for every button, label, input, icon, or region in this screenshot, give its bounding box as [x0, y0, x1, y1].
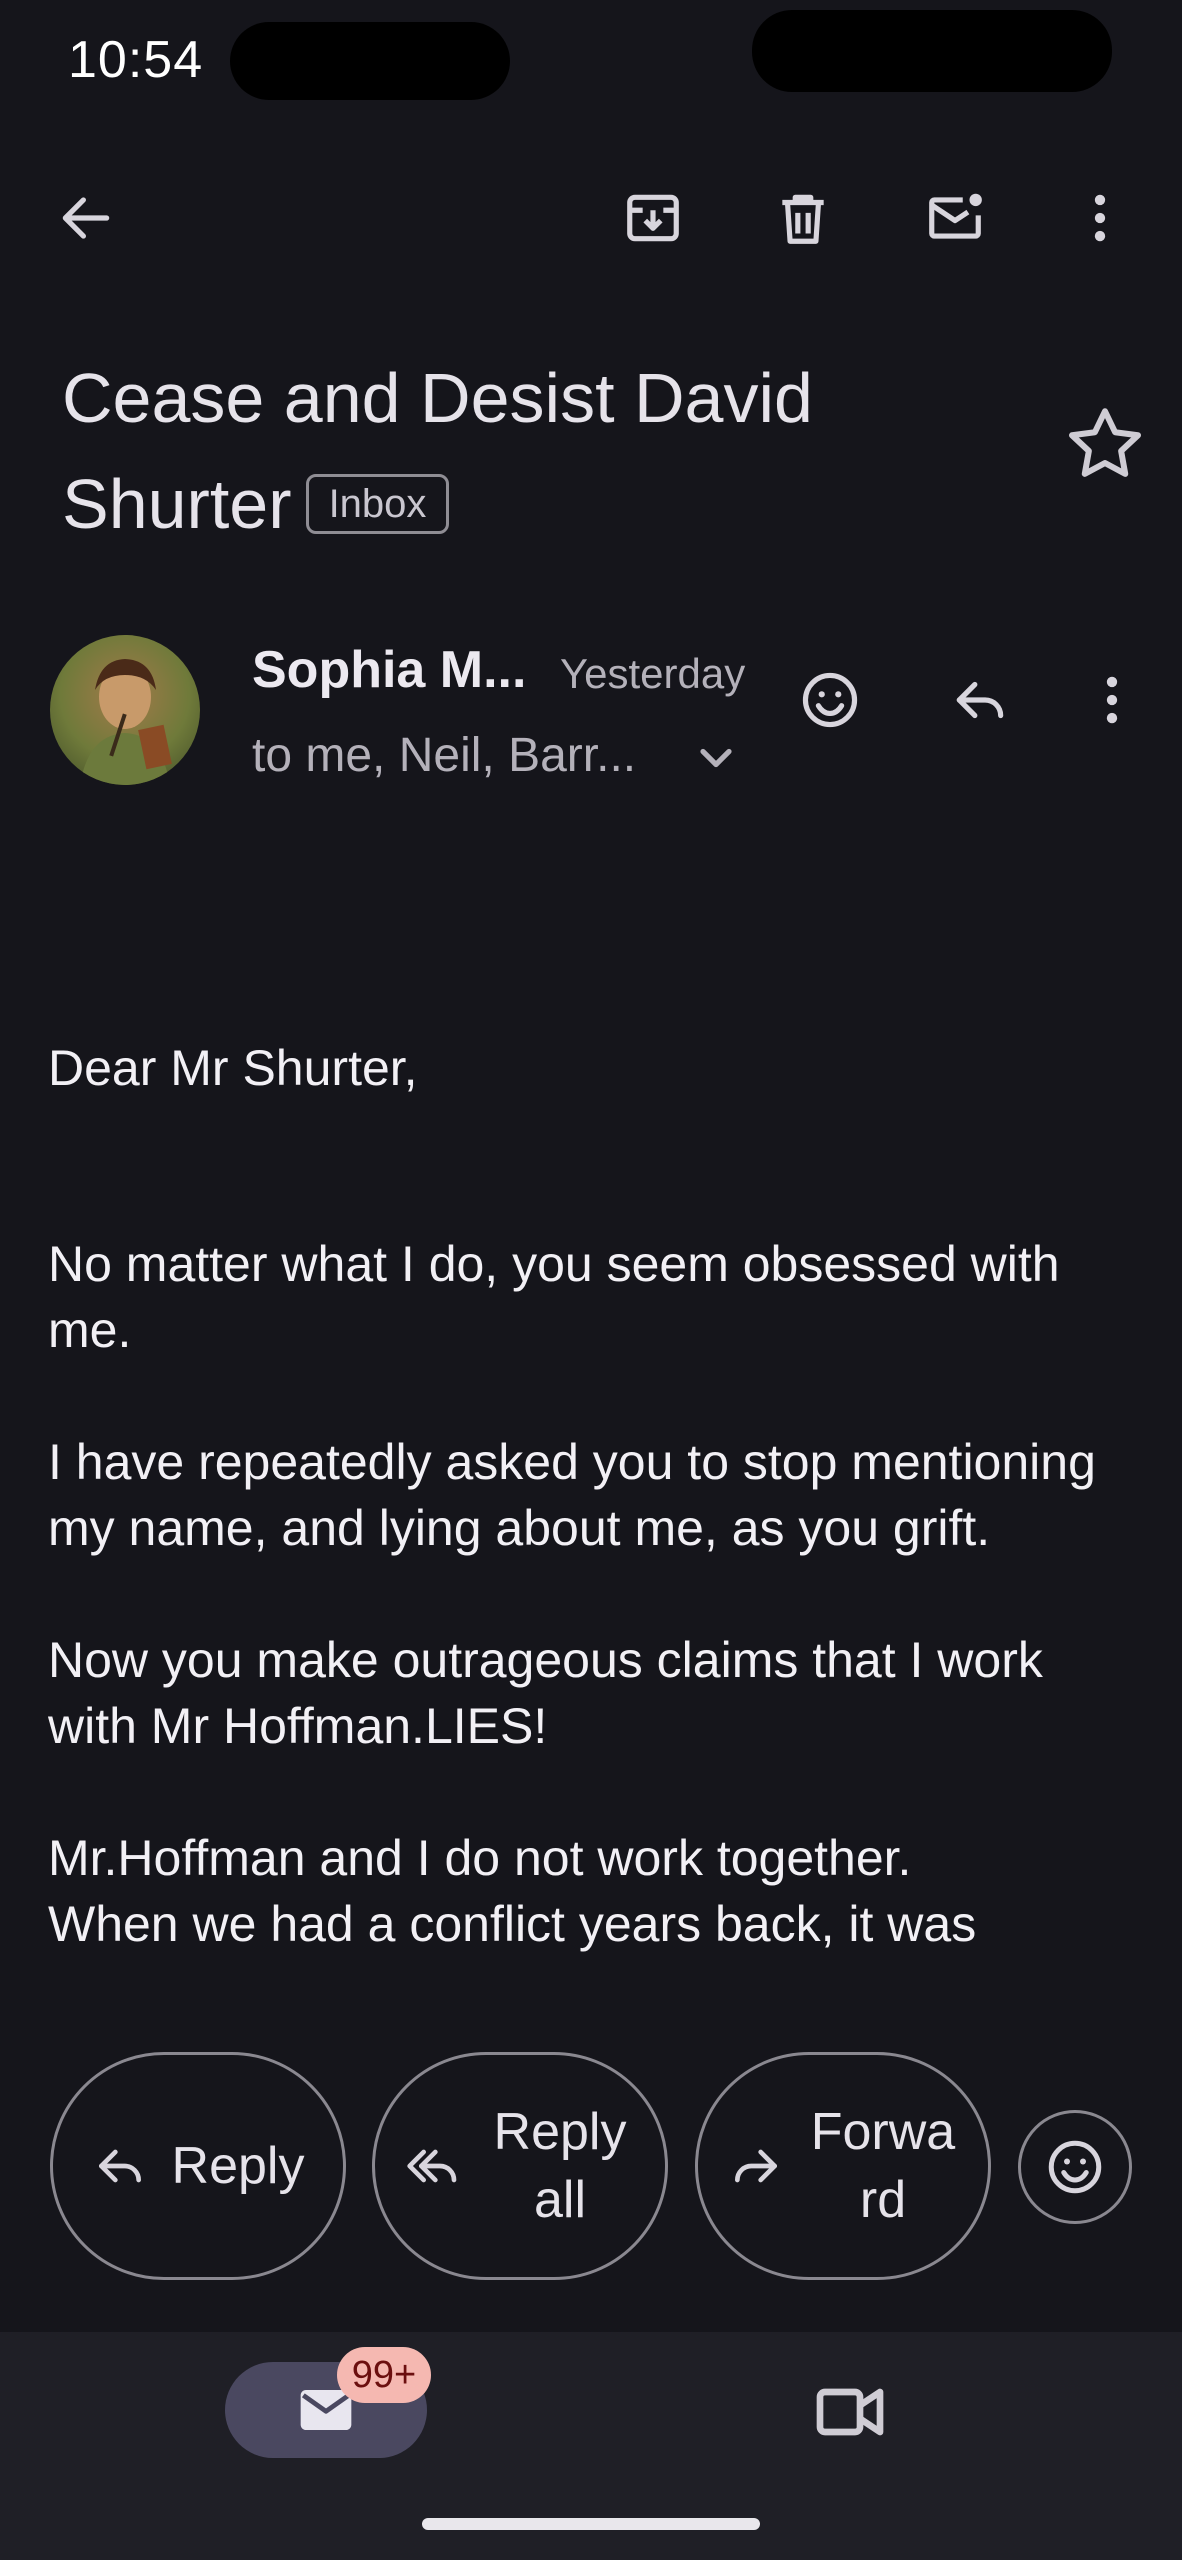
- reply-all-icon: [407, 2149, 457, 2183]
- reply-icon: [956, 681, 1004, 719]
- redacted-area-right: [752, 10, 1112, 92]
- video-camera-icon: [816, 2388, 884, 2436]
- status-bar: 10:54: [0, 0, 1182, 120]
- body-paragraph: Mr.Hoffman and I do not work together.: [48, 1830, 912, 1886]
- unread-count-badge: 99+: [337, 2347, 431, 2403]
- more-vert-icon: [1106, 676, 1118, 724]
- archive-button[interactable]: [603, 168, 703, 268]
- reply-icon: [98, 2149, 141, 2183]
- body-paragraph: I have repeatedly asked you to stop ment…: [48, 1434, 1096, 1556]
- sent-time: Yesterday: [560, 650, 746, 697]
- sender-avatar[interactable]: [50, 635, 200, 785]
- app-bar: [0, 150, 1182, 290]
- arrow-left-icon: [62, 197, 110, 239]
- star-icon: [1069, 408, 1141, 477]
- nav-meet-tab[interactable]: [810, 2372, 900, 2452]
- forward-label: Forwa rd: [808, 2098, 958, 2234]
- forward-icon: [735, 2149, 777, 2183]
- forward-label-line: Forwa: [810, 2103, 956, 2161]
- body-paragraph: Now you make outrageous claims that I wo…: [48, 1632, 1043, 1754]
- reply-all-label-line: all: [533, 2171, 587, 2229]
- email-subject: Cease and Desist David Shurter Inbox: [62, 345, 1022, 557]
- gmail-email-view: 10:54 Cease and Desist David Shurter Inb…: [0, 0, 1182, 2560]
- reply-all-label: Reply all: [485, 2098, 635, 2234]
- more-vert-icon: [1094, 194, 1106, 242]
- star-button[interactable]: [1060, 400, 1150, 490]
- forward-button[interactable]: Forwa rd: [695, 2052, 991, 2280]
- mark-unread-button[interactable]: [905, 168, 1005, 268]
- chevron-down-icon[interactable]: [690, 732, 742, 784]
- message-more-button[interactable]: [1062, 650, 1162, 750]
- home-gesture-indicator[interactable]: [422, 2518, 760, 2530]
- body-paragraph: Dear Mr Shurter,: [48, 1040, 418, 1096]
- reply-button-header[interactable]: [930, 650, 1030, 750]
- inbox-label-chip[interactable]: Inbox: [305, 473, 450, 534]
- sender-name: Sophia M...: [252, 641, 527, 699]
- recipients-summary[interactable]: to me, Neil, Barr...: [252, 728, 636, 783]
- reply-button[interactable]: Reply: [50, 2052, 346, 2280]
- reply-all-button[interactable]: Reply all: [372, 2052, 668, 2280]
- body-paragraph: No matter what I do, you seem obsessed w…: [48, 1236, 1060, 1358]
- delete-icon: [782, 194, 824, 244]
- reply-label: Reply: [171, 2137, 305, 2195]
- portrait-image: [80, 659, 172, 785]
- body-paragraph: When we had a conflict years back, it wa…: [48, 1896, 977, 1952]
- react-emoji-button[interactable]: [1018, 2110, 1132, 2224]
- status-time: 10:54: [68, 31, 204, 89]
- archive-icon: [627, 194, 679, 242]
- more-options-button[interactable]: [1050, 168, 1150, 268]
- emoji-icon: [1048, 2140, 1102, 2194]
- forward-label-line: rd: [859, 2171, 907, 2229]
- back-button[interactable]: [36, 168, 136, 268]
- redacted-area-left: [230, 22, 510, 100]
- reply-all-label-line: Reply: [493, 2103, 627, 2161]
- emoji-icon: [802, 672, 858, 728]
- add-reaction-button[interactable]: [780, 650, 880, 750]
- email-body: Dear Mr Shurter, No matter what I do, yo…: [48, 1035, 1138, 2000]
- mark-unread-icon: [929, 193, 982, 239]
- delete-button[interactable]: [753, 168, 853, 268]
